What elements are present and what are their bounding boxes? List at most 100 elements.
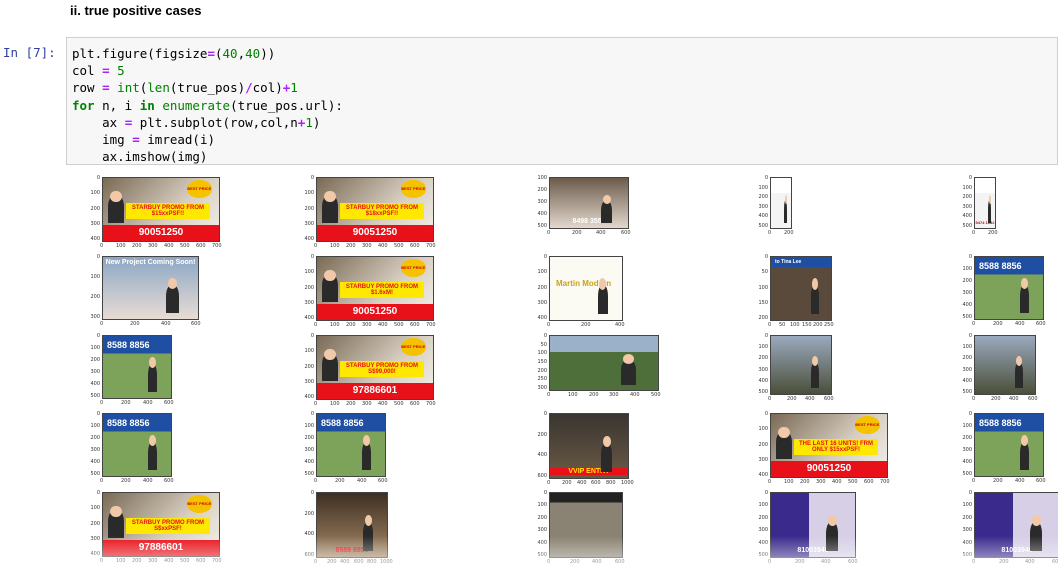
axis-tick-label: 0 [968, 175, 972, 181]
axis-tick-label: 200 [758, 355, 768, 361]
axis-tick-label: 200 [988, 230, 998, 236]
axis-tick-label: 500 [962, 471, 972, 477]
axis-tick-label: 0 [768, 230, 772, 236]
output-thumbnail: 0 100 200 300 400 500 8588 8856 0 200 400 600 [86, 411, 176, 487]
axis-tick-label: 250 [824, 322, 834, 328]
axis-tick-label: 300 [304, 379, 314, 385]
project-title: New Project Coming Soon! [105, 259, 196, 266]
axis-tick-label: 200 [787, 396, 797, 402]
axis-tick-label: 500 [962, 314, 972, 320]
axis-tick-label: 400 [143, 478, 153, 484]
axis-tick-label: 200 [572, 230, 582, 236]
axis-tick-label: 500 [304, 471, 314, 477]
axis-tick-label: 600 [196, 243, 206, 249]
axis-tick-label: 100 [758, 502, 768, 508]
cell-prompt: In [7]: [3, 45, 56, 60]
axis-tick-label: 400 [832, 479, 842, 485]
axis-tick-label: 400 [143, 400, 153, 406]
axis-tick-label: 100 [758, 185, 768, 191]
agent-photo [165, 284, 179, 313]
axis-tick-label: 200 [993, 478, 1003, 484]
subplot-image [770, 177, 792, 229]
axis-tick-label: 300 [758, 204, 768, 210]
axis-tick-label: 0 [764, 175, 768, 181]
contact-number: VVIP ENTRY [550, 468, 628, 475]
axis-tick-label: 1000 [621, 480, 634, 486]
code-token: , [237, 46, 246, 61]
axis-tick-label: 200 [962, 278, 972, 284]
output-thumbnail: 0 100 200 300 New Project Coming Soon! 0 200 40… [86, 254, 203, 330]
axis-tick-label: 150 [802, 322, 812, 328]
axis-tick-label: 100 [90, 423, 100, 429]
axis-tick-label: 500 [962, 223, 972, 229]
axis-tick-label: 0 [310, 411, 314, 417]
output-thumbnail: 0 100 200 300 400 500 8588 8856 0 200 400 600 [86, 333, 176, 409]
code-token: row [72, 80, 103, 96]
agent-face [828, 514, 837, 527]
axis-tick-label: 0 [968, 333, 972, 339]
axis-tick-label: 0 [968, 490, 972, 496]
agent-header: to Tina Lee [771, 257, 831, 268]
axis-tick-label: 200 [758, 194, 768, 200]
axis-tick-label: 200 [304, 511, 314, 517]
axis-tick-label: 400 [630, 392, 640, 398]
code-line-4: for n, i in enumerate(true_pos.url): [72, 97, 1057, 114]
output-thumbnail: 0 100 200 300 400 500 0 200 [754, 175, 796, 239]
axis-tick-label: 100 [758, 426, 768, 432]
axis-tick-label: 400 [962, 213, 972, 219]
agent-face [1015, 355, 1022, 367]
axis-tick-label: 400 [615, 322, 625, 328]
agent-face [811, 355, 818, 367]
subplot-image [549, 335, 659, 391]
subplot-image: STARBUY PROMO FROM $15xxPSF!! BEST PRICE 9… [102, 177, 220, 242]
axis-tick-label: 300 [90, 221, 100, 227]
axis-tick-label: 100 [537, 502, 547, 508]
code-line-1: plt.figure(figsize=(40,40)) [72, 45, 1057, 62]
code-token: plt.figure(figsize [72, 46, 208, 61]
best-price-badge: BEST PRICE [854, 415, 881, 434]
axis-tick-label: 200 [121, 478, 131, 484]
axis-tick-label: 300 [758, 457, 768, 463]
axis-tick-label: 400 [537, 211, 547, 217]
agent-face [811, 278, 818, 290]
axis-tick-label: 0 [543, 333, 547, 339]
axis-tick-label: 400 [758, 472, 768, 478]
axis-tick-label: 100 [304, 269, 314, 275]
output-thumbnail: 0 50 100 150 200 to Tina Lee 0 50 100 150 200 250 [754, 254, 836, 331]
output-thumbnail: 0 100 200 300 400 STARBUY PROMO FROM S$99,000… [300, 333, 438, 410]
agent-face [988, 195, 991, 204]
axis-tick-label: 200 [537, 515, 547, 521]
axis-tick-label: 800 [606, 480, 616, 486]
phone-banner: 97886601 [317, 382, 433, 399]
axis-tick-label: 0 [314, 401, 318, 407]
code-token: ( [215, 46, 223, 61]
axis-tick-label: 200 [962, 515, 972, 521]
axis-tick-label: 200 [335, 478, 345, 484]
axis-tick-label: 400 [357, 478, 367, 484]
axis-tick-label: 300 [962, 204, 972, 210]
axis-tick-label: 100 [304, 190, 314, 196]
axis-tick-label: 600 [1036, 478, 1046, 484]
code-token: ax [72, 114, 125, 130]
axis-tick-label: 400 [304, 315, 314, 321]
agent-photo [1019, 284, 1030, 313]
axis-tick-label: 700 [426, 243, 436, 249]
code-cell[interactable]: plt.figure(figsize=(40,40)) col = 5 row … [66, 37, 1058, 165]
code-token: col [72, 63, 103, 79]
axis-tick-label: 600 [378, 478, 388, 484]
agent-photo [147, 363, 158, 392]
axis-tick-label: 300 [537, 300, 547, 306]
axis-tick-label: 300 [304, 447, 314, 453]
code-line-6: img = imread(i) [72, 131, 1057, 148]
phone-banner: 90051250 [771, 460, 887, 477]
best-price-badge: BEST PRICE [400, 179, 427, 198]
axis-tick-label: 100 [90, 274, 100, 280]
code-token: for [72, 97, 95, 113]
code-token: 40 [222, 46, 238, 61]
developer-header: 8588 8856 [317, 414, 385, 432]
axis-tick-label: 500 [758, 389, 768, 395]
axis-tick-label: 100 [537, 350, 547, 356]
contact-number: 9474 1682 [975, 220, 995, 225]
output-thumbnail: 0 200 400 600 VVIP ENTRY 0 200 400 600 800 1000 [533, 411, 634, 489]
output-thumbnail: 100 200 300 400 500 8498 3553 0 200 400 600 [533, 175, 633, 239]
